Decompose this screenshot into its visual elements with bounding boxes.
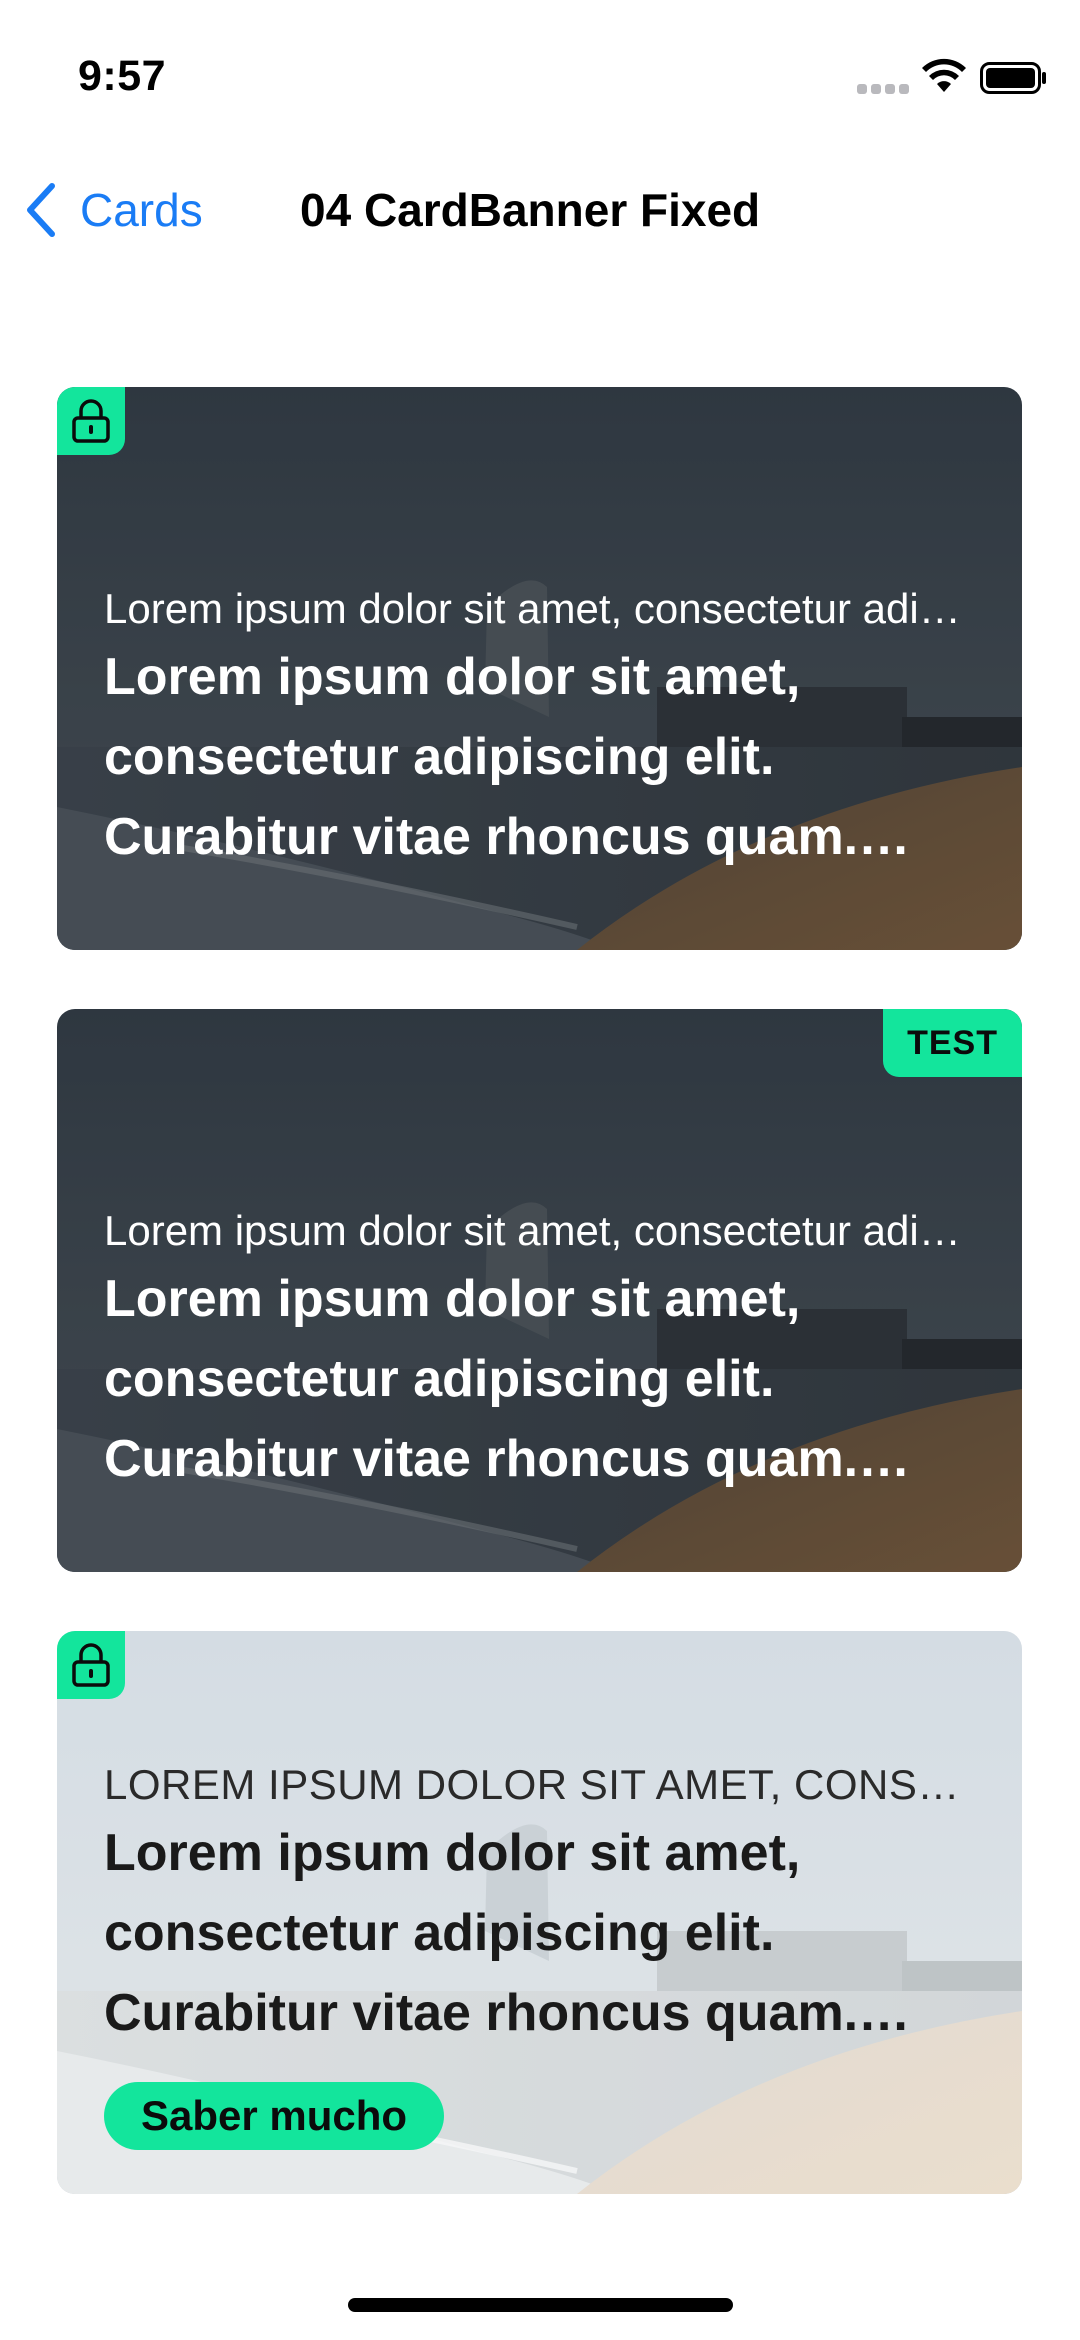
saber-mucho-button[interactable]: Saber mucho: [104, 2082, 445, 2150]
card-title: Lorem ipsum dolor sit amet, consectetur …: [104, 1270, 859, 1488]
wifi-icon: [922, 58, 966, 92]
tag-badge: TEST: [883, 1009, 1022, 1077]
back-button[interactable]: Cards: [22, 178, 203, 242]
card-title: Lorem ipsum dolor sit amet, consectetur …: [104, 1824, 859, 2042]
back-label: Cards: [80, 184, 203, 236]
card-subtitle: Lorem ipsum dolor sit amet, consectetur …: [104, 585, 982, 632]
page-title: 04 CardBanner Fixed: [300, 184, 761, 236]
card-text: Lorem ipsum dolor sit amet, consectetur …: [104, 1207, 982, 1499]
lock-icon: [72, 1643, 110, 1687]
card-subtitle: LOREM IPSUM DOLOR SIT AMET, CONSECTETUR …: [104, 1761, 982, 1808]
card-banner[interactable]: TEST Lorem ipsum dolor sit amet, consect…: [57, 1009, 1022, 1572]
card-subtitle: Lorem ipsum dolor sit amet, consectetur …: [104, 1207, 982, 1254]
battery-icon: [980, 62, 1046, 94]
status-time: 9:57: [78, 52, 167, 100]
cellular-signal-icon: [857, 84, 909, 96]
card-text: Lorem ipsum dolor sit amet, consectetur …: [104, 585, 982, 877]
card-banner[interactable]: Lorem ipsum dolor sit amet, consectetur …: [57, 387, 1022, 950]
home-indicator[interactable]: [348, 2298, 733, 2312]
lock-icon: [72, 399, 110, 443]
navigation-bar: Cards 04 CardBanner Fixed: [0, 160, 1080, 260]
card-text: LOREM IPSUM DOLOR SIT AMET, CONSECTETUR …: [104, 1761, 982, 2053]
lock-badge: [57, 387, 125, 455]
lock-badge: [57, 1631, 125, 1699]
status-bar: 9:57: [0, 0, 1080, 150]
card-title: Lorem ipsum dolor sit amet, consectetur …: [104, 648, 859, 866]
chevron-left-icon: [27, 183, 55, 237]
card-banner[interactable]: LOREM IPSUM DOLOR SIT AMET, CONSECTETUR …: [57, 1631, 1022, 2194]
